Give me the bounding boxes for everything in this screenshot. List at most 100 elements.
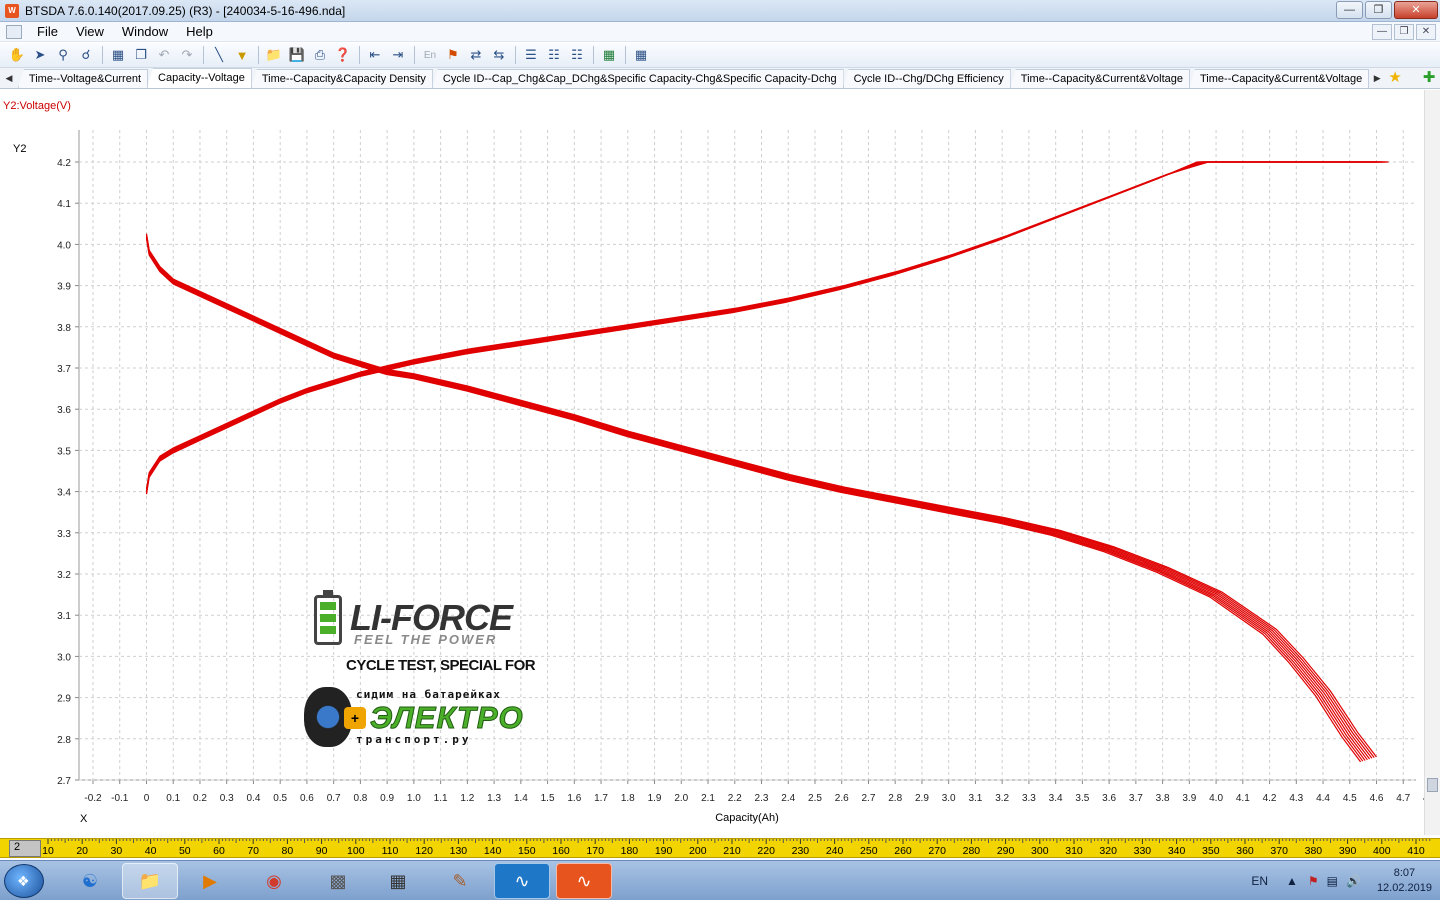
- ruler-tick-label: 340: [1168, 845, 1186, 857]
- undo-icon[interactable]: ↶: [153, 45, 175, 65]
- x-tick-label: 3.2: [995, 793, 1009, 804]
- media-player-icon[interactable]: ▶: [182, 863, 238, 899]
- partner-site: транспорт.ру: [356, 733, 472, 746]
- menu-file[interactable]: File: [28, 24, 67, 39]
- redo-icon[interactable]: ↷: [176, 45, 198, 65]
- marker-icon[interactable]: ⚑: [442, 45, 464, 65]
- x-tick-label: 3.0: [942, 793, 956, 804]
- minimize-button[interactable]: —: [1336, 1, 1363, 19]
- zoom-icon[interactable]: ☌: [75, 45, 97, 65]
- vertical-scrollbar[interactable]: [1424, 90, 1440, 835]
- print-icon[interactable]: ⎙: [309, 45, 331, 65]
- x-tick-label: -0.2: [84, 793, 102, 804]
- y-tick-label: 2.9: [57, 694, 71, 705]
- y-tick-label: 3.2: [57, 570, 71, 581]
- tab-cycle-capacity[interactable]: Cycle ID--Cap_Chg&Cap_DChg&Specific Capa…: [431, 69, 844, 88]
- ruler-tick-label: 300: [1031, 845, 1049, 857]
- btsda-icon[interactable]: ∿: [494, 863, 550, 899]
- calculator-icon[interactable]: ▦: [370, 863, 426, 899]
- action-center-icon[interactable]: ⚑: [1308, 874, 1319, 888]
- x-tick-label: 4.1: [1236, 793, 1250, 804]
- cycle-ruler[interactable]: 10 20 30 40 50 60 70 80 90 100 110 120 130 140 150 160 1…: [0, 838, 1440, 858]
- table-view-icon[interactable]: ☷: [543, 45, 565, 65]
- start-orb[interactable]: ❖: [4, 864, 44, 898]
- language-indicator[interactable]: EN: [1251, 874, 1268, 888]
- help-icon[interactable]: ❓: [332, 45, 354, 65]
- ruler-tick-label: 370: [1270, 845, 1288, 857]
- ruler-tick-label: 170: [586, 845, 604, 857]
- tab-time-capacity-current-voltage[interactable]: Time--Capacity&Current&Voltage: [1009, 69, 1190, 88]
- mdi-minimize-button[interactable]: —: [1372, 24, 1392, 40]
- tray-expand-icon[interactable]: ▲: [1286, 874, 1298, 888]
- tab-time-capacity-density[interactable]: Time--Capacity&Capacity Density: [250, 69, 433, 88]
- tab-scroll-right-icon[interactable]: ▶: [1368, 68, 1386, 88]
- chart-area[interactable]: Y2:Voltage(V) -0.2 -0.1 0 0.1 0.2 0.3 0.4 0.5 0.…: [0, 90, 1424, 835]
- tab-time-capacity-current-voltage-2[interactable]: Time--Capacity&Current&Voltage: [1189, 69, 1370, 88]
- ruler-tick-label: 290: [997, 845, 1015, 857]
- btsda-app-icon[interactable]: W: [5, 3, 19, 18]
- draw-line-icon[interactable]: ╲: [208, 45, 230, 65]
- document-icon[interactable]: [6, 24, 22, 39]
- chrome-icon[interactable]: ◉: [246, 863, 302, 899]
- x-tick-label: -0.1: [111, 793, 129, 804]
- paint-icon[interactable]: ✎: [432, 863, 488, 899]
- x-tick-label: 4.5: [1343, 793, 1357, 804]
- maximize-button[interactable]: ❐: [1365, 1, 1392, 19]
- open-folder-icon[interactable]: 📁: [263, 45, 285, 65]
- tab-scroll-left-icon[interactable]: ◀: [0, 68, 18, 88]
- align-left-icon[interactable]: ⇄: [465, 45, 487, 65]
- x-tick-label: 2.8: [888, 793, 902, 804]
- clock[interactable]: 8:07 12.02.2019: [1377, 866, 1432, 896]
- zoom-area-icon[interactable]: ⚲: [52, 45, 74, 65]
- copy-icon[interactable]: ❐: [130, 45, 152, 65]
- package-icon[interactable]: ▩: [310, 863, 366, 899]
- x-tick-label: 2.0: [674, 793, 688, 804]
- capacity-voltage-chart[interactable]: -0.2 -0.1 0 0.1 0.2 0.3 0.4 0.5 0.6 0.7 0.8 0.9 1.0 1…: [0, 90, 1424, 835]
- x-tick-label: 0: [144, 793, 150, 804]
- y-tick-label: 3.6: [57, 405, 71, 416]
- explorer-icon[interactable]: 📁: [122, 863, 178, 899]
- ruler-tick-label: 280: [963, 845, 981, 857]
- settings-grid-icon[interactable]: ▦: [630, 45, 652, 65]
- save-icon[interactable]: 💾: [286, 45, 308, 65]
- pan-hand-icon[interactable]: ✋: [6, 45, 28, 65]
- ruler-tick-label: 400: [1373, 845, 1391, 857]
- ie-icon[interactable]: ☯: [62, 863, 118, 899]
- toolbar-separator: [625, 46, 626, 64]
- forward-icon[interactable]: ⇥: [387, 45, 409, 65]
- grid-view-icon[interactable]: ☰: [520, 45, 542, 65]
- ruler-tick-label: 320: [1099, 845, 1117, 857]
- x-axis-label: Capacity(Ah): [715, 812, 779, 824]
- btsda-orange-icon[interactable]: ∿: [556, 863, 612, 899]
- menu-help[interactable]: Help: [177, 24, 222, 39]
- ruler-tick-label: 230: [792, 845, 810, 857]
- system-tray: EN ▲ ⚑ ▤ 🔊 8:07 12.02.2019: [1251, 861, 1432, 901]
- y-tick-label: 2.7: [57, 776, 71, 787]
- align-right-icon[interactable]: ⇆: [488, 45, 510, 65]
- excel-export-icon[interactable]: ▦: [598, 45, 620, 65]
- tab-time-voltage-current[interactable]: Time--Voltage&Current: [17, 69, 149, 88]
- add-tab-icon[interactable]: ✚: [1418, 68, 1440, 88]
- report-icon[interactable]: ▦: [107, 45, 129, 65]
- menu-window[interactable]: Window: [113, 24, 177, 39]
- ruler-tick-label: 80: [282, 845, 294, 857]
- menu-view[interactable]: View: [67, 24, 113, 39]
- filter-icon[interactable]: ▼: [231, 45, 253, 65]
- tab-capacity-voltage[interactable]: Capacity--Voltage: [147, 68, 252, 88]
- volume-icon[interactable]: 🔊: [1346, 874, 1361, 888]
- language-icon[interactable]: En: [419, 45, 441, 65]
- y-tick-label: 4.0: [57, 240, 71, 251]
- network-icon[interactable]: ▤: [1327, 874, 1338, 888]
- x-tick-label: 0.9: [380, 793, 394, 804]
- list-view-icon[interactable]: ☷: [566, 45, 588, 65]
- back-icon[interactable]: ⇤: [364, 45, 386, 65]
- close-button[interactable]: ✕: [1394, 1, 1438, 19]
- x-tick-label: 0.7: [327, 793, 341, 804]
- charge-curve-cycle: [145, 161, 1376, 495]
- favorite-star-icon[interactable]: ★: [1386, 68, 1404, 88]
- scrollbar-thumb[interactable]: [1427, 778, 1438, 792]
- mdi-restore-button[interactable]: ❐: [1394, 24, 1414, 40]
- pointer-icon[interactable]: ➤: [29, 45, 51, 65]
- tab-cycle-efficiency[interactable]: Cycle ID--Chg/DChg Efficiency: [842, 69, 1011, 88]
- mdi-close-button[interactable]: ✕: [1416, 24, 1436, 40]
